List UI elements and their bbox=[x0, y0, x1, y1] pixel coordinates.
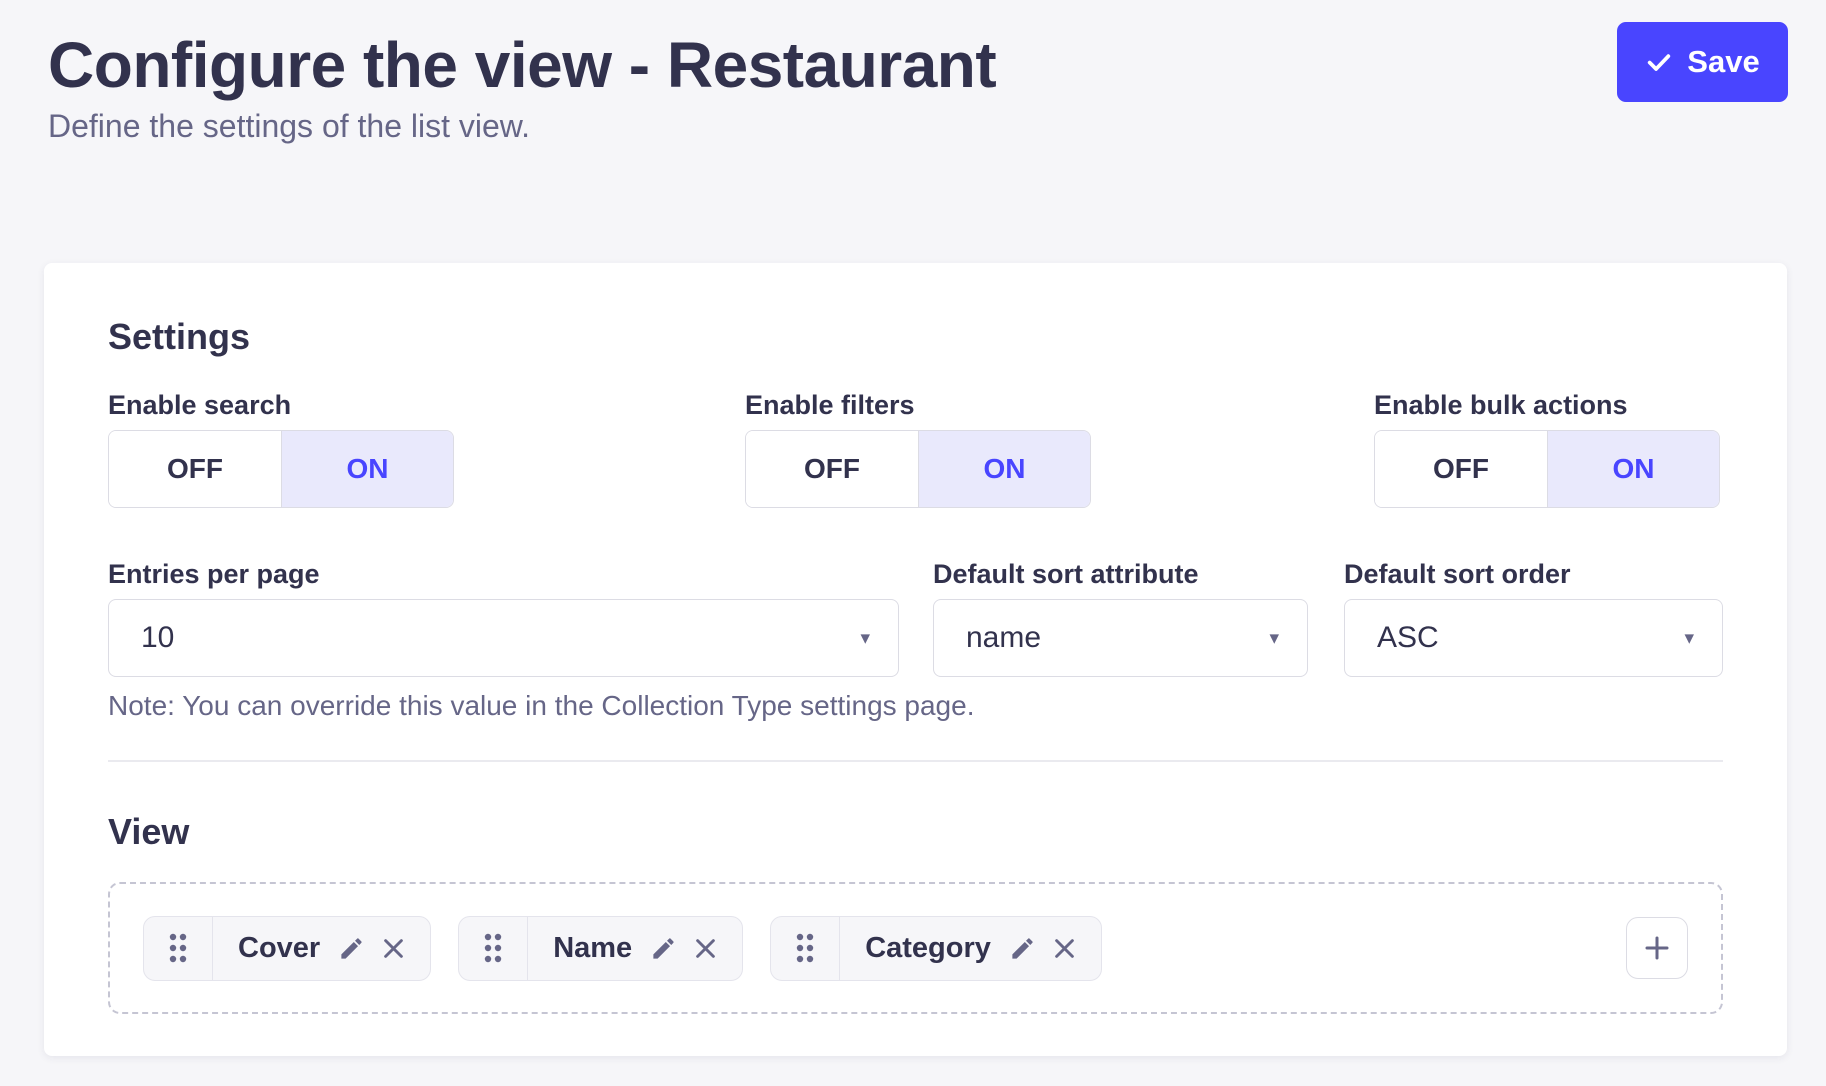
toggle-group-enable-search: Enable search OFF ON bbox=[108, 389, 454, 508]
chevron-down-icon: ▾ bbox=[1269, 629, 1279, 648]
pencil-icon bbox=[338, 935, 365, 962]
select-label: Entries per page bbox=[108, 558, 899, 591]
entries-per-page-value: 10 bbox=[141, 621, 860, 655]
add-field-button[interactable] bbox=[1626, 917, 1688, 979]
pencil-icon bbox=[1009, 935, 1036, 962]
enable-search-off-option[interactable]: OFF bbox=[109, 431, 281, 507]
page-title: Configure the view - Restaurant bbox=[48, 28, 1778, 102]
toggle-group-enable-filters: Enable filters OFF ON bbox=[745, 389, 1091, 508]
enable-filters-toggle: OFF ON bbox=[745, 430, 1091, 508]
view-fields-dropzone: Cover bbox=[108, 882, 1723, 1014]
default-sort-order-select[interactable]: ASC ▾ bbox=[1344, 599, 1723, 677]
entries-per-page-group: Entries per page 10 ▾ bbox=[108, 558, 899, 677]
page-subtitle: Define the settings of the list view. bbox=[48, 106, 1778, 146]
save-button[interactable]: Save bbox=[1617, 22, 1788, 102]
toggle-label: Enable bulk actions bbox=[1374, 389, 1720, 422]
toggle-label: Enable search bbox=[108, 389, 454, 422]
select-label: Default sort attribute bbox=[933, 558, 1308, 591]
check-icon bbox=[1645, 48, 1673, 76]
field-chip-name: Name bbox=[458, 916, 743, 981]
section-divider bbox=[108, 760, 1723, 762]
view-heading: View bbox=[108, 810, 1723, 854]
settings-card: Settings Enable search OFF ON Enable fil… bbox=[44, 263, 1787, 1056]
enable-bulk-actions-on-option[interactable]: ON bbox=[1547, 431, 1719, 507]
enable-search-on-option[interactable]: ON bbox=[281, 431, 453, 507]
default-sort-attribute-select[interactable]: name ▾ bbox=[933, 599, 1308, 677]
default-sort-attribute-value: name bbox=[966, 621, 1269, 655]
default-sort-attribute-group: Default sort attribute name ▾ bbox=[933, 558, 1308, 677]
selects-row: Entries per page 10 ▾ Default sort attri… bbox=[108, 558, 1723, 677]
drag-handle-icon[interactable] bbox=[144, 917, 213, 980]
chip-body: Cover bbox=[213, 917, 430, 980]
field-chip-label: Category bbox=[865, 932, 994, 965]
settings-heading: Settings bbox=[108, 315, 1723, 359]
enable-bulk-actions-off-option[interactable]: OFF bbox=[1375, 431, 1547, 507]
toggles-row: Enable search OFF ON Enable filters OFF … bbox=[108, 389, 1723, 508]
chevron-down-icon: ▾ bbox=[860, 629, 870, 648]
remove-field-button[interactable] bbox=[1051, 935, 1078, 962]
field-chip-cover: Cover bbox=[143, 916, 431, 981]
default-sort-order-group: Default sort order ASC ▾ bbox=[1344, 558, 1723, 677]
enable-search-toggle: OFF ON bbox=[108, 430, 454, 508]
edit-field-button[interactable] bbox=[650, 935, 677, 962]
close-icon bbox=[692, 935, 719, 962]
page-header: Configure the view - Restaurant Define t… bbox=[0, 0, 1826, 146]
chevron-down-icon: ▾ bbox=[1684, 629, 1694, 648]
chip-body: Category bbox=[840, 917, 1101, 980]
chip-body: Name bbox=[528, 917, 742, 980]
default-sort-order-value: ASC bbox=[1377, 621, 1684, 655]
enable-filters-on-option[interactable]: ON bbox=[918, 431, 1090, 507]
field-chip-category: Category bbox=[770, 916, 1102, 981]
field-chip-label: Cover bbox=[238, 932, 323, 965]
drag-handle-icon[interactable] bbox=[459, 917, 528, 980]
toggle-label: Enable filters bbox=[745, 389, 1091, 422]
save-button-label: Save bbox=[1687, 44, 1759, 80]
edit-field-button[interactable] bbox=[1009, 935, 1036, 962]
toggle-group-enable-bulk-actions: Enable bulk actions OFF ON bbox=[1374, 389, 1720, 508]
close-icon bbox=[1051, 935, 1078, 962]
remove-field-button[interactable] bbox=[380, 935, 407, 962]
enable-bulk-actions-toggle: OFF ON bbox=[1374, 430, 1720, 508]
edit-field-button[interactable] bbox=[338, 935, 365, 962]
remove-field-button[interactable] bbox=[692, 935, 719, 962]
pencil-icon bbox=[650, 935, 677, 962]
entries-per-page-select[interactable]: 10 ▾ bbox=[108, 599, 899, 677]
entries-note: Note: You can override this value in the… bbox=[108, 689, 1723, 722]
enable-filters-off-option[interactable]: OFF bbox=[746, 431, 918, 507]
select-label: Default sort order bbox=[1344, 558, 1723, 591]
plus-icon bbox=[1642, 933, 1672, 963]
drag-handle-icon[interactable] bbox=[771, 917, 840, 980]
close-icon bbox=[380, 935, 407, 962]
field-chip-label: Name bbox=[553, 932, 635, 965]
